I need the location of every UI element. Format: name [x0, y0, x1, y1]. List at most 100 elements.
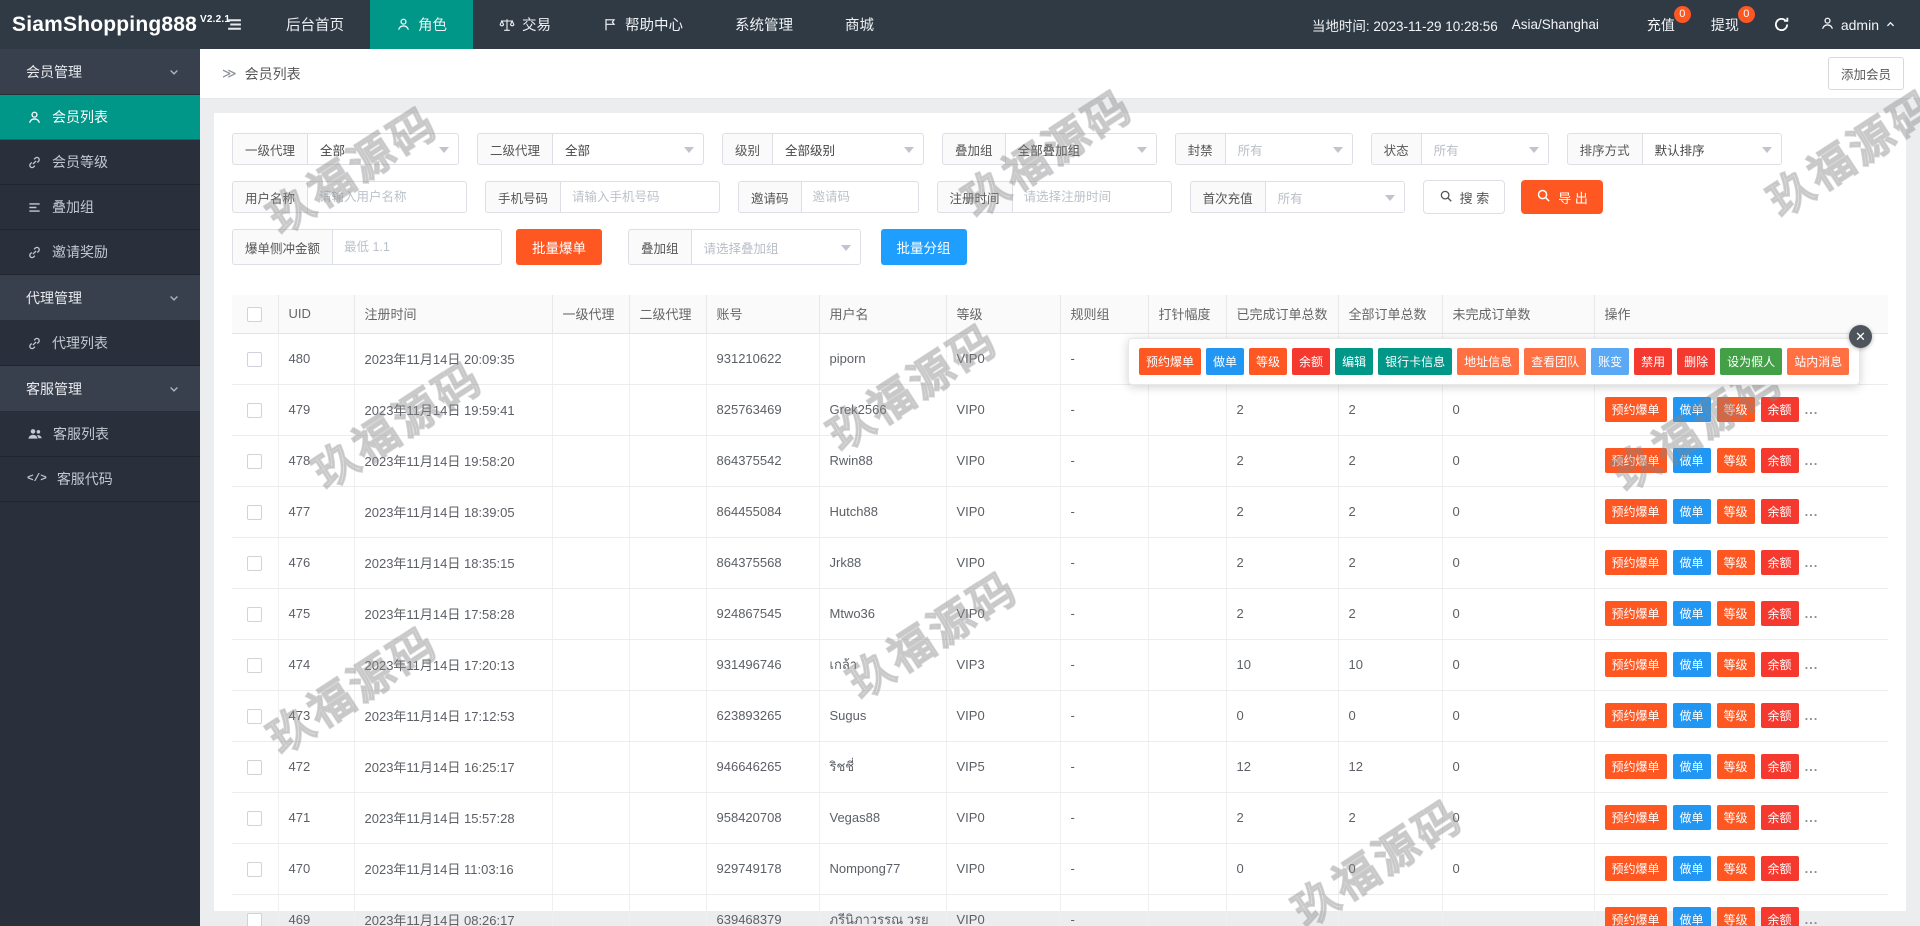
row-checkbox[interactable] — [247, 402, 263, 418]
action-balance[interactable]: 余额 — [1760, 448, 1799, 473]
action-delete[interactable]: 删除 — [1677, 348, 1716, 375]
action-reserve-burst[interactable]: 预约爆单 — [1604, 448, 1667, 473]
refresh-icon[interactable] — [1757, 16, 1806, 33]
agent2-select[interactable]: 全部 — [552, 133, 705, 165]
sidebar-item-agent-list[interactable]: 代理列表 — [0, 321, 200, 366]
action-reserve-burst[interactable]: 预约爆单 — [1604, 856, 1667, 881]
level-select[interactable]: 全部级别 — [772, 133, 925, 165]
burst-amount-input[interactable] — [332, 229, 503, 265]
action-reserve-burst[interactable]: 预约爆单 — [1604, 397, 1667, 422]
sort-select[interactable]: 默认排序 — [1641, 133, 1782, 165]
ban-select[interactable]: 所有 — [1224, 133, 1353, 165]
row-checkbox[interactable] — [247, 759, 263, 775]
action-reserve-burst[interactable]: 预约爆单 — [1604, 499, 1667, 524]
sidebar-item-member-list[interactable]: 会员列表 — [0, 95, 200, 140]
phone-input[interactable] — [560, 181, 721, 213]
action-make-order[interactable]: 做单 — [1672, 550, 1711, 575]
action-reserve-burst[interactable]: 预约爆单 — [1139, 348, 1202, 375]
action-make-order[interactable]: 做单 — [1672, 703, 1711, 728]
action-level[interactable]: 等级 — [1249, 348, 1288, 375]
more-actions-button[interactable]: ... — [1805, 708, 1819, 723]
action-balance[interactable]: 余额 — [1292, 348, 1331, 375]
action-reserve-burst[interactable]: 预约爆单 — [1604, 907, 1667, 926]
action-reserve-burst[interactable]: 预约爆单 — [1604, 754, 1667, 779]
action-make-order[interactable]: 做单 — [1206, 348, 1245, 375]
action-reserve-burst[interactable]: 预约爆单 — [1604, 805, 1667, 830]
action-address-info[interactable]: 地址信息 — [1457, 348, 1520, 375]
action-balance[interactable]: 余额 — [1760, 856, 1799, 881]
action-balance[interactable]: 余额 — [1760, 652, 1799, 677]
more-actions-button[interactable]: ... — [1805, 606, 1819, 621]
sidebar-item-stack-group[interactable]: 叠加组 — [0, 185, 200, 230]
more-actions-button[interactable]: ... — [1805, 504, 1819, 519]
action-reserve-burst[interactable]: 预约爆单 — [1604, 703, 1667, 728]
group-service-mgmt[interactable]: 客服管理 — [0, 366, 200, 412]
username-input[interactable] — [307, 181, 468, 213]
action-edit[interactable]: 编辑 — [1335, 348, 1374, 375]
action-make-order[interactable]: 做单 — [1672, 805, 1711, 830]
more-actions-button[interactable]: ... — [1805, 810, 1819, 825]
row-checkbox[interactable] — [247, 708, 263, 724]
group-member-mgmt[interactable]: 会员管理 — [0, 49, 200, 95]
nav-help-center[interactable]: 帮助中心 — [577, 0, 709, 49]
row-checkbox[interactable] — [247, 555, 263, 571]
status-select[interactable]: 所有 — [1420, 133, 1549, 165]
more-actions-button[interactable]: ... — [1805, 402, 1819, 417]
action-level[interactable]: 等级 — [1716, 805, 1755, 830]
group-agent-mgmt[interactable]: 代理管理 — [0, 275, 200, 321]
sidebar-item-invite-reward[interactable]: 邀请奖励 — [0, 230, 200, 275]
invite-code-input[interactable] — [800, 181, 919, 213]
first-recharge-select[interactable]: 所有 — [1264, 181, 1405, 213]
action-balance[interactable]: 余额 — [1760, 601, 1799, 626]
action-make-order[interactable]: 做单 — [1672, 601, 1711, 626]
nav-mall[interactable]: 商城 — [819, 0, 900, 49]
action-level[interactable]: 等级 — [1716, 907, 1755, 926]
nav-system[interactable]: 系统管理 — [709, 0, 819, 49]
row-checkbox[interactable] — [247, 453, 263, 469]
action-make-order[interactable]: 做单 — [1672, 907, 1711, 926]
recharge-link[interactable]: 充值 0 — [1629, 5, 1693, 35]
user-menu[interactable]: admin — [1806, 16, 1902, 34]
action-set-fake-user[interactable]: 设为假人 — [1720, 348, 1783, 375]
action-make-order[interactable]: 做单 — [1672, 448, 1711, 473]
action-balance[interactable]: 余额 — [1760, 907, 1799, 926]
search-button[interactable]: 搜 索 — [1422, 180, 1506, 214]
action-level[interactable]: 等级 — [1716, 550, 1755, 575]
action-level[interactable]: 等级 — [1716, 448, 1755, 473]
action-balance[interactable]: 余额 — [1760, 499, 1799, 524]
nav-trade[interactable]: 交易 — [473, 0, 577, 49]
more-actions-button[interactable]: ... — [1805, 453, 1819, 468]
row-checkbox[interactable] — [247, 861, 263, 877]
batch-group-button[interactable]: 批量分组 — [880, 229, 967, 265]
row-checkbox[interactable] — [247, 606, 263, 622]
action-make-order[interactable]: 做单 — [1672, 397, 1711, 422]
action-reserve-burst[interactable]: 预约爆单 — [1604, 601, 1667, 626]
action-reserve-burst[interactable]: 预约爆单 — [1604, 652, 1667, 677]
more-actions-button[interactable]: ... — [1805, 555, 1819, 570]
action-site-message[interactable]: 站内消息 — [1787, 348, 1850, 375]
row-checkbox[interactable] — [247, 351, 263, 367]
more-actions-button[interactable]: ... — [1805, 861, 1819, 876]
more-actions-button[interactable]: ... — [1805, 657, 1819, 672]
action-level[interactable]: 等级 — [1716, 397, 1755, 422]
regtime-input[interactable] — [1011, 181, 1172, 213]
action-balance[interactable]: 余额 — [1760, 754, 1799, 779]
action-level[interactable]: 等级 — [1716, 754, 1755, 779]
action-account-change[interactable]: 账变 — [1591, 348, 1630, 375]
nav-role[interactable]: 角色 — [370, 0, 473, 49]
add-member-button[interactable]: 添加会员 — [1827, 57, 1904, 90]
action-balance[interactable]: 余额 — [1760, 397, 1799, 422]
agent1-select[interactable]: 全部 — [307, 133, 460, 165]
batch-stack-group-select[interactable]: 请选择叠加组 — [690, 229, 861, 265]
action-level[interactable]: 等级 — [1716, 652, 1755, 677]
action-level[interactable]: 等级 — [1716, 703, 1755, 728]
close-icon[interactable]: ✕ — [1849, 325, 1872, 348]
action-reserve-burst[interactable]: 预约爆单 — [1604, 550, 1667, 575]
batch-burst-button[interactable]: 批量爆单 — [516, 229, 603, 265]
more-actions-button[interactable]: ... — [1805, 912, 1819, 926]
action-make-order[interactable]: 做单 — [1672, 499, 1711, 524]
action-make-order[interactable]: 做单 — [1672, 652, 1711, 677]
action-balance[interactable]: 余额 — [1760, 805, 1799, 830]
action-disable[interactable]: 禁用 — [1634, 348, 1673, 375]
action-level[interactable]: 等级 — [1716, 601, 1755, 626]
